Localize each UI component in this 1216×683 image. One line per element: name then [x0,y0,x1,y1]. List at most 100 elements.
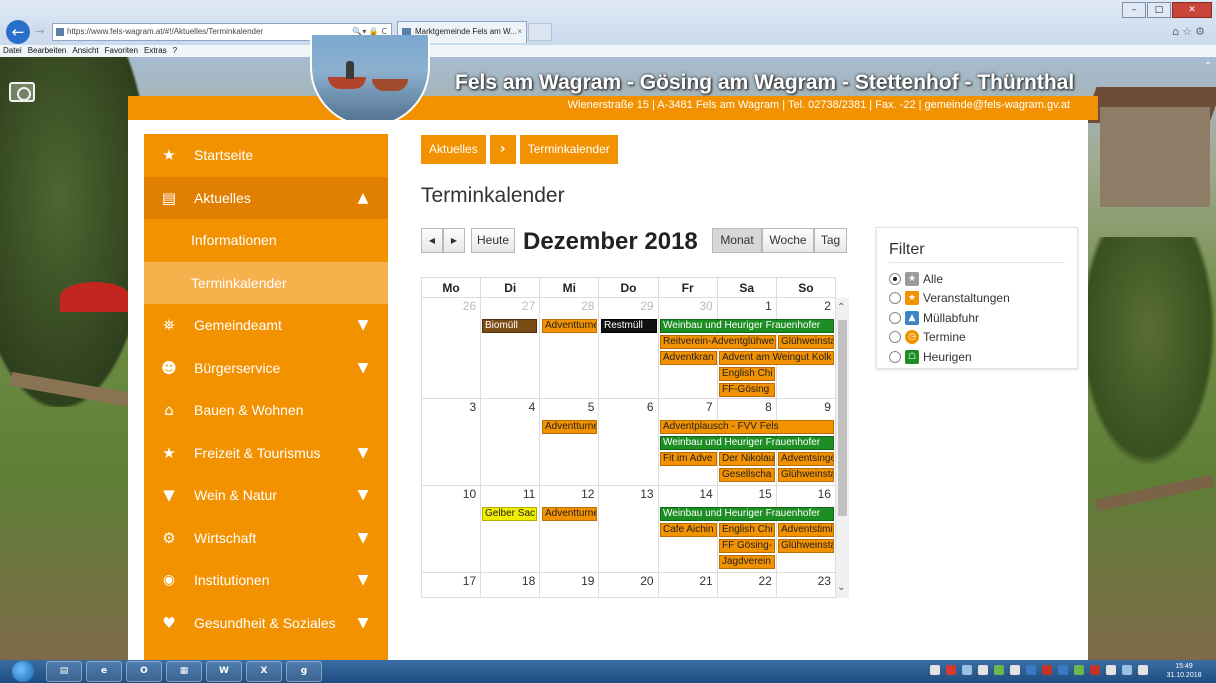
sidebar-item-freizeit-tourismus[interactable]: ★ Freizeit & Tourismus ▼ [144,432,388,475]
tray-icon[interactable] [1074,665,1084,675]
menu-bearbeiten[interactable]: Bearbeiten [28,45,67,57]
day-cell[interactable]: 3 [422,399,482,485]
calendar-event[interactable]: FF-Gösing [719,383,775,397]
filter-option-veranstaltungen[interactable]: ★ Veranstaltungen [889,289,1065,309]
calendar-event[interactable]: Weinbau und Heuriger Frauenhofer [660,507,834,521]
calendar-event[interactable]: Cafe Aichin [660,523,717,537]
excel-icon[interactable]: X [246,661,282,682]
tray-icon[interactable] [1090,665,1100,675]
sidebar-item-institutionen[interactable]: ◉ Institutionen ▼ [144,559,388,602]
calendar-event[interactable]: English Chi [719,523,775,537]
calendar-event[interactable]: English Chi [719,367,775,381]
chevron-down-icon[interactable]: ▼ [338,615,388,631]
day-cell[interactable]: 4 [481,399,541,485]
tray-icon[interactable] [994,665,1004,675]
camera-icon[interactable] [9,82,35,102]
tray-icon[interactable] [930,665,940,675]
day-cell[interactable]: 17 [422,573,482,597]
calendar-event[interactable]: Adventsinge [778,452,834,466]
tray-icon[interactable] [978,665,988,675]
tray-icon[interactable] [1042,665,1052,675]
breadcrumb-aktuelles[interactable]: Aktuelles [421,135,486,164]
calendar-event[interactable]: Gelber Sac [482,507,537,521]
day-cell[interactable]: 12 [540,486,600,572]
sidebar-item-wein-natur[interactable]: ▼ Wein & Natur ▼ [144,474,388,517]
sidebar-subitem-informationen[interactable]: Informationen [144,219,388,262]
calendar-event[interactable]: Gesellscha [719,468,775,482]
sidebar-subitem-terminkalender[interactable]: Terminkalender [144,261,388,304]
view-day-button[interactable]: Tag [814,228,847,253]
scrollbar-thumb[interactable] [838,320,847,516]
outlook-icon[interactable]: O [126,661,162,682]
day-cell[interactable]: 13 [599,486,659,572]
menu-extras[interactable]: Extras [144,45,167,57]
calendar-event[interactable]: Adventturne [542,507,597,521]
chevron-up-icon[interactable]: ⌃ [837,302,845,313]
filter-option-muellabfuhr[interactable]: ▲ Müllabfuhr [889,308,1065,328]
calendar-event[interactable]: Glühweinsta [778,539,834,553]
chevron-down-icon[interactable]: ▼ [338,360,388,376]
calendar-event[interactable]: Reitverein-Adventglühwe [660,335,776,349]
day-cell[interactable]: 10 [422,486,482,572]
sidebar-item-gemeindeamt[interactable]: ⛯ Gemeindeamt ▼ [144,304,388,347]
forward-button[interactable]: → [31,23,49,41]
sidebar-item-startseite[interactable]: ★ Startseite [144,134,388,177]
calendar-event[interactable]: Advent am Weingut Kolk [719,351,834,365]
calendar-event[interactable]: Restmüll [601,319,657,333]
tray-icon[interactable] [1058,665,1068,675]
close-window-button[interactable]: ✕ [1172,2,1212,18]
tab-close-icon[interactable]: × [517,22,522,42]
next-month-button[interactable]: ▶ [443,228,465,253]
day-cell[interactable]: 27 [481,298,541,398]
today-button[interactable]: Heute [471,228,515,253]
tray-icon[interactable] [962,665,972,675]
system-clock[interactable]: 15:49 31.10.2018 [1155,662,1213,680]
calendar-event[interactable]: Der Nikolau [719,452,775,466]
app2-icon[interactable]: g [286,661,322,682]
calendar-scrollbar[interactable]: ⌃ ⌄ [836,298,849,598]
calendar-event[interactable]: Jagdverein [719,555,775,569]
page-scroll-up-icon[interactable]: ⌃ [1204,62,1214,72]
filter-option-termine[interactable]: ◷ Termine [889,328,1065,348]
radio-button[interactable] [889,292,901,305]
calendar-event[interactable]: Adventturne [542,420,597,434]
calendar-event[interactable]: Weinbau und Heuriger Frauenhofer [660,436,834,450]
start-button[interactable] [12,661,34,682]
calendar-event[interactable]: Fit im Adve [660,452,717,466]
sidebar-item-buergerservice[interactable]: ☻ Bürgerservice ▼ [144,347,388,390]
chevron-down-icon[interactable]: ▼ [338,530,388,546]
filter-option-heurigen[interactable]: ☖ Heurigen [889,347,1065,367]
chevron-down-icon[interactable]: ▼ [338,317,388,333]
chevron-down-icon[interactable]: ▼ [338,487,388,503]
sidebar-item-wirtschaft[interactable]: ⚙ Wirtschaft ▼ [144,517,388,560]
day-cell[interactable]: 20 [599,573,659,597]
chevron-up-icon[interactable]: ▲ [338,190,388,206]
day-cell[interactable]: 21 [659,573,718,597]
radio-button[interactable] [889,272,901,285]
app-icon[interactable]: ▦ [166,661,202,682]
calendar-event[interactable]: Adventkran [660,351,717,365]
view-month-button[interactable]: Monat [712,228,762,253]
back-button[interactable]: ← [6,20,30,44]
day-cell[interactable]: 26 [422,298,482,398]
calendar-event[interactable]: Glühweinsta [778,468,834,482]
word-icon[interactable]: W [206,661,242,682]
filter-option-alle[interactable]: ★ Alle [889,269,1065,289]
day-cell[interactable]: 28 [540,298,600,398]
chevron-down-icon[interactable]: ⌄ [837,582,845,593]
day-cell[interactable]: 19 [540,573,600,597]
sidebar-item-bauen-wohnen[interactable]: ⌂ Bauen & Wohnen [144,389,388,432]
minimize-button[interactable]: – [1122,2,1146,18]
menu-datei[interactable]: Datei [3,45,22,57]
new-tab-button[interactable] [528,23,552,41]
tray-icon[interactable] [1138,665,1148,675]
browser-tools-icons[interactable]: ⌂☆⚙ [1172,25,1208,38]
tray-icon[interactable] [1010,665,1020,675]
maximize-button[interactable]: □ [1147,2,1171,18]
menu-favoriten[interactable]: Favoriten [105,45,138,57]
sidebar-item-aktuelles[interactable]: ▤ Aktuelles ▲ [144,176,388,219]
menu-ansicht[interactable]: Ansicht [72,45,98,57]
calendar-event[interactable]: Glühweinsta [778,335,834,349]
chevron-down-icon[interactable]: ▼ [338,572,388,588]
day-cell[interactable]: 22 [718,573,777,597]
